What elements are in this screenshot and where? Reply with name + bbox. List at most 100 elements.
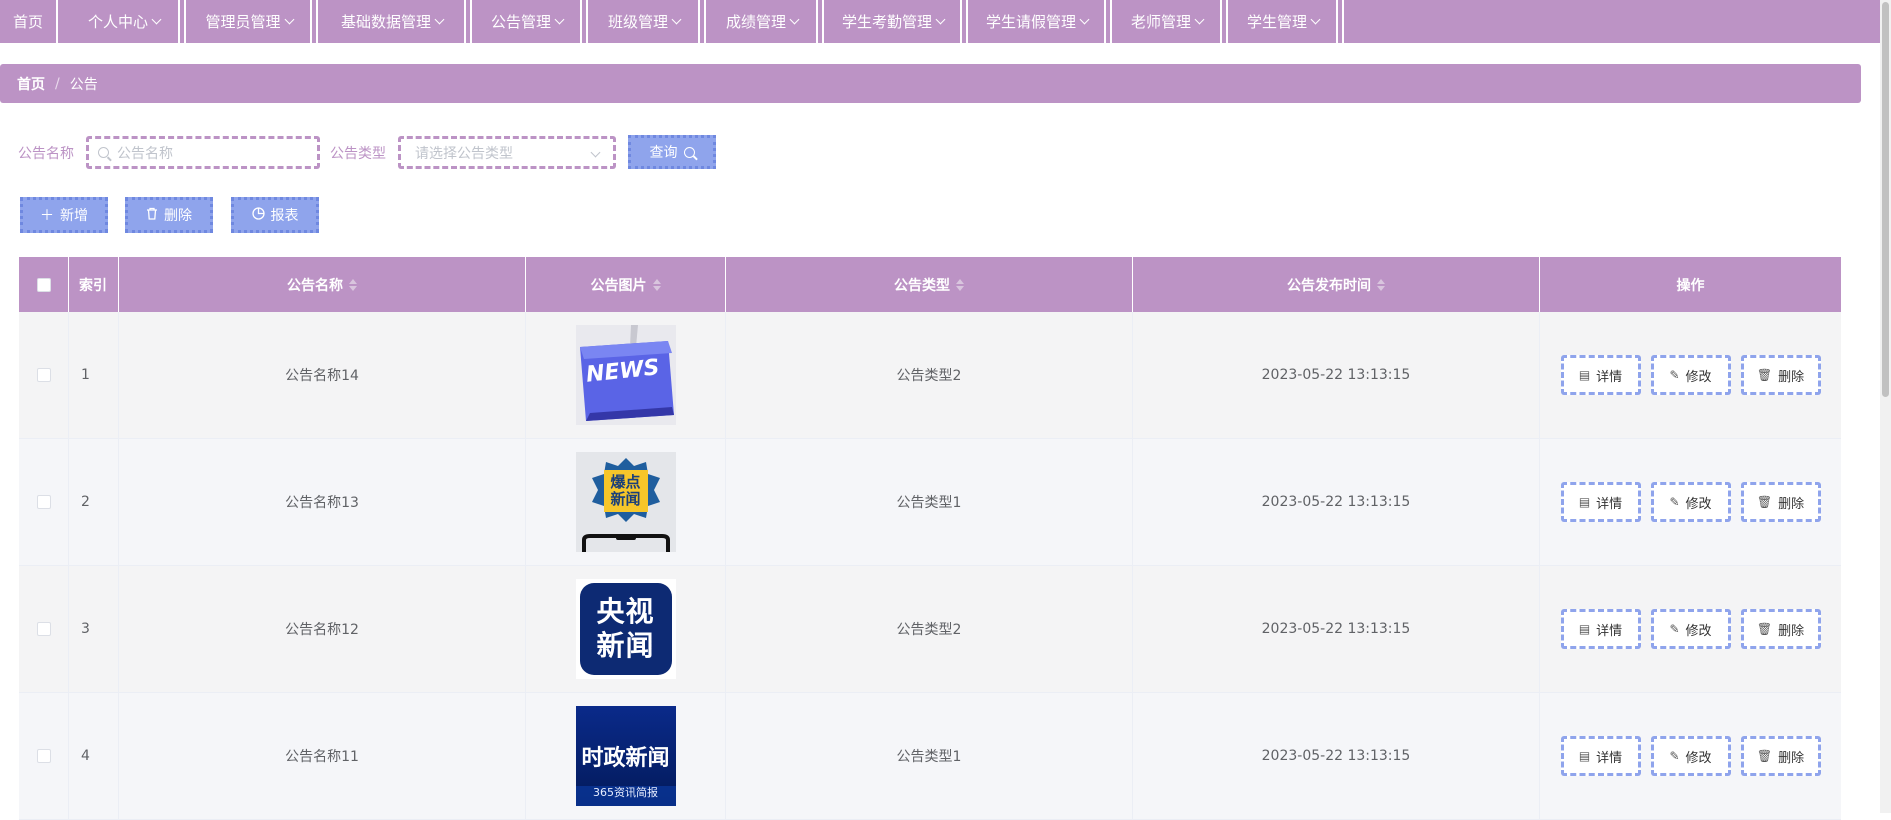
notice-image[interactable]: NEWS	[575, 325, 676, 425]
detail-button[interactable]: ▤ 详情	[1560, 482, 1641, 522]
select-all-cell	[19, 257, 69, 312]
row-check-cell	[19, 312, 69, 438]
nav-item-notice-management[interactable]: 公告管理	[474, 0, 582, 43]
nav-item-home[interactable]: 首页	[0, 0, 58, 43]
notice-image-text: 爆点新闻	[610, 473, 641, 508]
row-checkbox[interactable]	[36, 622, 51, 636]
row-checkbox[interactable]	[36, 495, 51, 509]
chevron-down-icon	[434, 14, 445, 25]
header-image-label: 公告图片	[590, 277, 647, 294]
header-image[interactable]: 公告图片	[526, 257, 726, 312]
nav-item-class-management[interactable]: 班级管理	[590, 0, 700, 43]
detail-button[interactable]: ▤ 详情	[1560, 355, 1641, 395]
breadcrumb-separator: /	[55, 75, 60, 92]
notice-type-label: 公告类型	[330, 146, 386, 162]
header-type-label: 公告类型	[894, 277, 950, 294]
nav-label: 首页	[12, 13, 43, 31]
header-type[interactable]: 公告类型	[726, 257, 1133, 312]
header-index-label: 索引	[79, 277, 107, 294]
nav-item-basic-data[interactable]: 基础数据管理	[320, 0, 466, 43]
row-image-cell: NEWS	[526, 312, 726, 438]
detail-button[interactable]: ▤ 详情	[1560, 609, 1641, 649]
chevron-down-icon	[935, 14, 946, 25]
row-type: 公告类型1	[726, 439, 1133, 565]
row-index: 3	[69, 566, 119, 692]
breadcrumb-home[interactable]: 首页	[17, 74, 45, 94]
chevron-down-icon	[590, 147, 601, 158]
pen-icon: ✎	[1669, 622, 1680, 636]
document-icon: ▤	[1578, 368, 1591, 382]
nav-item-grade-management[interactable]: 成绩管理	[708, 0, 818, 43]
row-image-cell: 时政新闻 365资讯简报	[526, 693, 726, 819]
delete-button[interactable]: 🗑 删除	[1740, 355, 1821, 395]
search-icon	[683, 146, 695, 158]
delete-label: 删除	[1778, 496, 1805, 512]
nav-item-attendance[interactable]: 学生考勤管理	[826, 0, 962, 43]
edit-button[interactable]: ✎ 修改	[1650, 482, 1731, 522]
row-time: 2023-05-22 13:13:15	[1133, 312, 1540, 438]
chevron-down-icon	[1079, 14, 1090, 25]
row-name: 公告名称11	[119, 693, 526, 819]
nav-label: 成绩管理	[725, 13, 786, 31]
notice-name-input[interactable]: 公告名称	[86, 136, 320, 169]
scrollbar-thumb[interactable]	[1882, 2, 1889, 397]
notice-name-placeholder: 公告名称	[117, 145, 173, 162]
add-button[interactable]: ＋ 新增	[20, 197, 108, 233]
nav-item-student-management[interactable]: 学生管理	[1230, 0, 1338, 43]
row-check-cell	[19, 566, 69, 692]
nav-item-personal-center[interactable]: 个人中心	[70, 0, 180, 43]
notice-image[interactable]: 央视新闻	[575, 579, 676, 679]
vertical-scrollbar[interactable]	[1880, 0, 1891, 813]
sort-icon[interactable]	[349, 278, 357, 291]
chevron-down-icon	[151, 14, 162, 25]
row-actions: ▤ 详情 ✎ 修改 🗑 删除	[1540, 312, 1841, 438]
row-type: 公告类型2	[726, 312, 1133, 438]
row-checkbox[interactable]	[36, 749, 51, 763]
pen-icon: ✎	[1669, 749, 1680, 763]
row-index: 1	[69, 312, 119, 438]
edit-label: 修改	[1685, 369, 1712, 385]
nav-label: 管理员管理	[205, 13, 281, 31]
notice-type-select[interactable]: 请选择公告类型	[398, 136, 616, 169]
row-image-cell: 央视新闻	[526, 566, 726, 692]
report-label: 报表	[270, 208, 299, 224]
document-icon: ▤	[1578, 622, 1591, 636]
nav-item-leave[interactable]: 学生请假管理	[970, 0, 1106, 43]
nav-item-admin-management[interactable]: 管理员管理	[188, 0, 312, 43]
header-ops: 操作	[1540, 257, 1841, 312]
table-row: 1 公告名称14 NEWS 公告类型2 2023-05-22 13:13:15	[19, 312, 1841, 439]
edit-button[interactable]: ✎ 修改	[1650, 736, 1731, 776]
delete-label: 删除	[1778, 369, 1805, 385]
header-time[interactable]: 公告发布时间	[1133, 257, 1540, 312]
nav-label: 老师管理	[1130, 13, 1191, 31]
header-name[interactable]: 公告名称	[119, 257, 526, 312]
detail-button[interactable]: ▤ 详情	[1560, 736, 1641, 776]
breadcrumb-current: 公告	[69, 76, 98, 93]
delete-button[interactable]: 🗑 删除	[1740, 609, 1821, 649]
delete-button[interactable]: 🗑 删除	[1740, 482, 1821, 522]
plus-icon: ＋	[40, 208, 54, 224]
detail-label: 详情	[1596, 369, 1623, 385]
header-index: 索引	[69, 257, 119, 312]
query-button[interactable]: 查询	[628, 135, 716, 169]
row-actions: ▤ 详情 ✎ 修改 🗑 删除	[1540, 693, 1841, 819]
report-button[interactable]: 报表	[231, 197, 319, 233]
edit-label: 修改	[1685, 496, 1712, 512]
sort-icon[interactable]	[1377, 278, 1385, 291]
sort-icon[interactable]	[652, 278, 661, 291]
select-all-checkbox[interactable]	[36, 277, 51, 292]
edit-button[interactable]: ✎ 修改	[1650, 355, 1731, 395]
notice-image[interactable]: 爆点新闻	[575, 452, 676, 552]
edit-label: 修改	[1685, 750, 1712, 766]
chevron-down-icon	[554, 14, 565, 25]
edit-label: 修改	[1685, 623, 1712, 639]
sort-icon[interactable]	[956, 278, 964, 291]
batch-delete-button[interactable]: 删除	[125, 197, 213, 233]
row-checkbox[interactable]	[36, 368, 51, 382]
chevron-down-icon	[284, 14, 294, 25]
notice-image[interactable]: 时政新闻 365资讯简报	[575, 706, 676, 806]
pie-chart-icon	[251, 206, 265, 224]
nav-item-teacher-management[interactable]: 老师管理	[1114, 0, 1222, 43]
delete-button[interactable]: 🗑 删除	[1740, 736, 1821, 776]
edit-button[interactable]: ✎ 修改	[1650, 609, 1731, 649]
